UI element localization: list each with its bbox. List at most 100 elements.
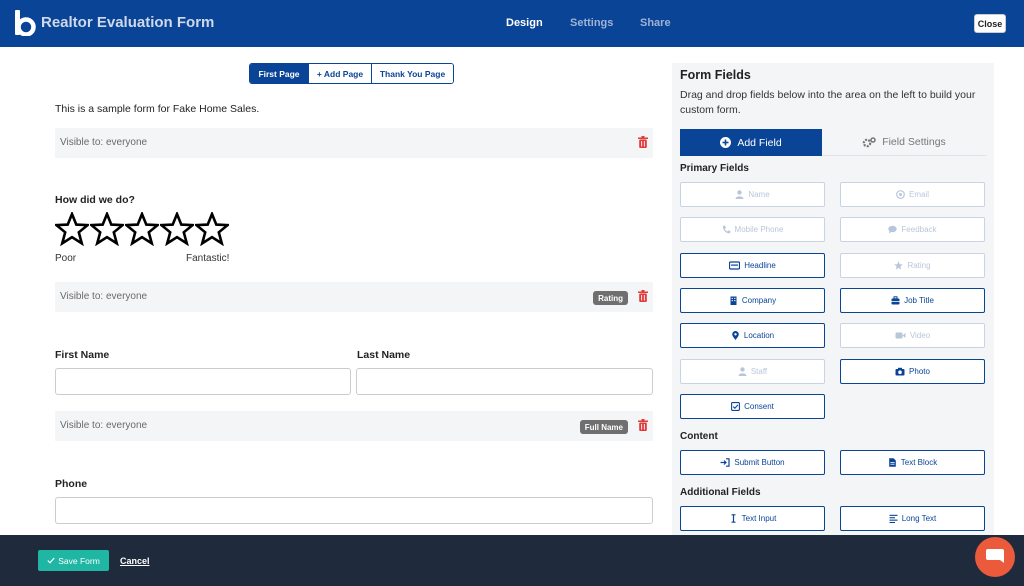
field-long-text-button[interactable]: Long Text [840,506,985,531]
additional-fields-heading: Additional Fields [680,487,761,498]
star-icon[interactable] [125,212,159,246]
star-icon[interactable] [195,212,229,246]
field-submit-button[interactable]: Submit Button [680,450,825,475]
briefcase-icon [891,296,900,305]
gears-icon [862,136,876,147]
tab-add-field[interactable]: Add Field [680,129,822,156]
plus-circle-icon [720,137,732,148]
field-email-label: Email [908,190,929,199]
logo-icon [15,10,36,36]
phone-label[interactable]: Phone [55,478,87,490]
field-feedback-label: Feedback [901,225,937,234]
star-icon[interactable] [55,212,89,246]
video-icon [895,332,906,339]
field-text-block-label: Text Block [900,458,938,467]
field-consent-button[interactable]: Consent [680,394,825,419]
form-intro-text[interactable]: This is a sample form for Fake Home Sale… [55,103,259,115]
field-name-button[interactable]: Name [680,182,825,207]
field-mobile-phone-button[interactable]: Mobile Phone [680,217,825,242]
rating-question[interactable]: How did we do? [55,194,135,206]
nav-share[interactable]: Share [640,17,671,29]
field-text-block-button[interactable]: Text Block [840,450,985,475]
visibility-text: Visible to: everyone [60,137,148,148]
field-type-badge: Full Name [579,420,628,434]
field-rating-button[interactable]: Rating [840,253,985,278]
chat-bubble-icon [986,549,1004,563]
visibility-bar: Visible to: everyone Rating [55,282,653,312]
camera-icon [895,367,905,376]
rating-high-label: Fantastic! [186,253,230,264]
field-consent-label: Consent [744,402,774,411]
phone-input[interactable] [55,497,653,524]
visibility-text: Visible to: everyone [60,291,148,302]
phone-icon [722,225,731,234]
nav-design[interactable]: Design [506,17,543,29]
building-icon [730,296,737,305]
field-photo-button[interactable]: Photo [840,359,985,384]
field-text-input-label: Text Input [741,514,777,523]
close-button[interactable]: Close [974,14,1006,33]
chat-widget-button[interactable] [975,537,1015,577]
align-left-icon [889,514,898,523]
footer-bar: Save Form Cancel [0,535,1024,586]
field-location-button[interactable]: Location [680,323,825,348]
trash-icon[interactable] [638,419,648,431]
save-form-button[interactable]: Save Form [38,550,109,571]
field-rating-label: Rating [907,261,931,270]
comment-icon [888,225,898,234]
user-tie-icon [738,367,747,376]
field-staff-button[interactable]: Staff [680,359,825,384]
field-location-label: Location [743,331,775,340]
star-icon[interactable] [90,212,124,246]
rating-low-label: Poor [55,253,77,264]
primary-fields-heading: Primary Fields [680,163,749,174]
field-mobile-phone-label: Mobile Phone [734,225,784,234]
field-video-button[interactable]: Video [840,323,985,348]
map-marker-icon [732,331,739,340]
sign-in-icon [720,458,730,467]
visibility-text: Visible to: everyone [60,420,148,431]
tab-field-settings-label: Field Settings [882,136,946,148]
field-email-button[interactable]: Email [840,182,985,207]
first-name-input[interactable] [55,368,351,395]
star-icon[interactable] [160,212,194,246]
app-title: Realtor Evaluation Form [41,14,215,31]
content-heading: Content [680,431,718,442]
field-photo-label: Photo [909,367,930,376]
field-staff-label: Staff [750,367,768,376]
trash-icon[interactable] [638,136,648,148]
field-submit-label: Submit Button [734,458,785,467]
last-name-label[interactable]: Last Name [357,349,410,361]
at-icon [896,190,905,199]
tab-field-settings[interactable]: Field Settings [822,129,986,156]
field-job-title-label: Job Title [904,296,934,305]
check-icon [47,557,55,564]
id-card-icon [729,261,741,270]
user-icon [735,190,744,199]
field-headline-button[interactable]: Headline [680,253,825,278]
panel-description: Drag and drop fields below into the area… [680,89,976,116]
field-company-label: Company [741,296,777,305]
field-company-button[interactable]: Company [680,288,825,313]
field-video-label: Video [909,331,931,340]
form-fields-panel: Form Fields Drag and drop fields below i… [672,63,994,535]
star-small-icon [894,261,904,270]
trash-icon[interactable] [638,290,648,302]
last-name-input[interactable] [356,368,653,395]
cancel-link[interactable]: Cancel [120,556,150,566]
tab-add-page[interactable]: + Add Page [309,64,372,83]
field-feedback-button[interactable]: Feedback [840,217,985,242]
star-rating[interactable] [55,212,229,246]
top-bar: Realtor Evaluation Form Design Settings … [0,0,1024,47]
field-job-title-button[interactable]: Job Title [840,288,985,313]
panel-title: Form Fields [680,68,751,82]
field-text-input-button[interactable]: Text Input [680,506,825,531]
tab-thank-you-page[interactable]: Thank You Page [372,64,453,83]
page-tabs: First Page + Add Page Thank You Page [249,63,454,84]
file-text-icon [888,458,896,467]
field-name-label: Name [748,190,770,199]
first-name-label[interactable]: First Name [55,349,109,361]
checkbox-icon [731,402,741,411]
tab-first-page[interactable]: First Page [250,64,309,83]
nav-settings[interactable]: Settings [570,17,613,29]
